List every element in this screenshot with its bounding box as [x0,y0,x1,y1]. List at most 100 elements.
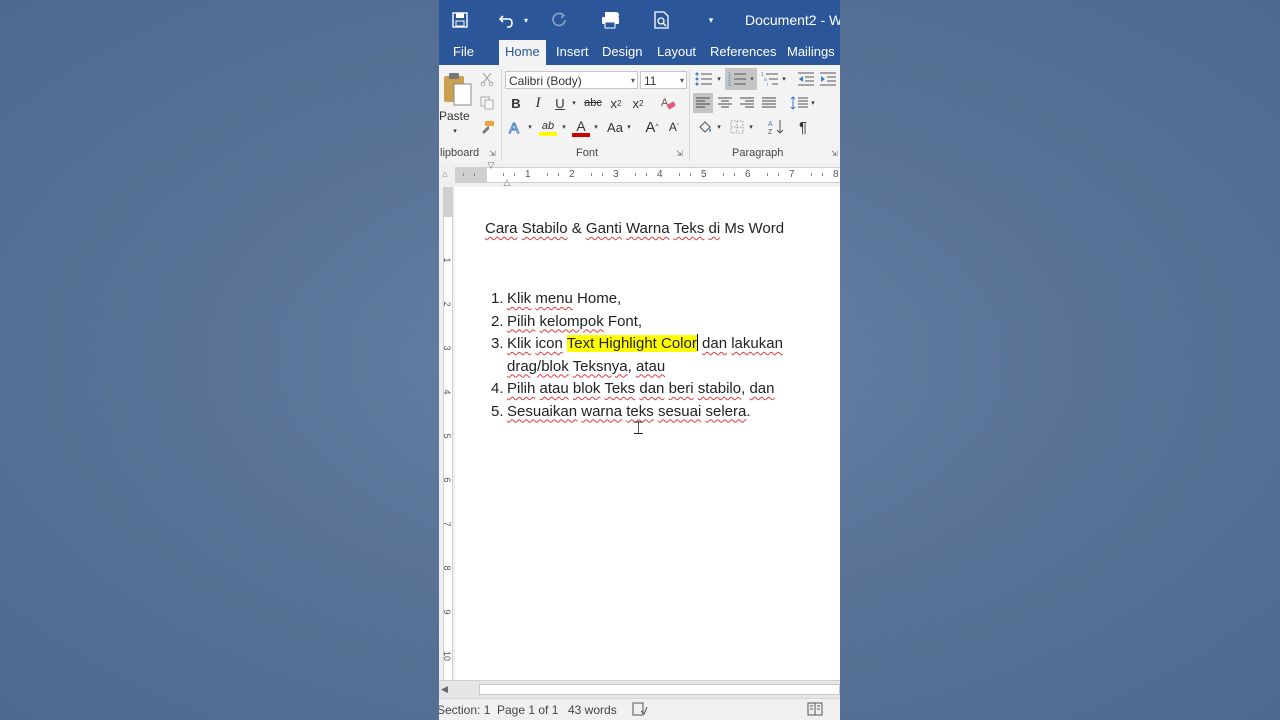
proofing-icon[interactable] [632,702,648,719]
multilevel-list-icon[interactable]: 1ai [760,71,780,87]
tab-selector-icon[interactable]: ⌂ [439,168,451,180]
document-heading[interactable]: Cara Stabilo & Ganti Warna Teks di Ms Wo… [485,220,784,237]
increase-indent-icon[interactable] [819,71,837,87]
spelling-marked-word: dan [702,335,728,352]
status-section[interactable]: Section: 1 [439,703,490,717]
shrink-font-button[interactable]: Aˇ [665,118,683,136]
shading-dropdown-icon[interactable]: ▾ [715,118,723,136]
list-number: 3. [491,335,504,352]
numbering-icon[interactable]: 123 ▾ [725,68,757,90]
ruler-number: 3 [613,169,619,180]
bold-button[interactable]: B [509,94,523,112]
status-page[interactable]: Page 1 of 1 [497,703,558,717]
paste-dropdown-icon[interactable]: ▾ [449,126,461,136]
ruler-number: 6 [745,169,751,180]
borders-dropdown-icon[interactable]: ▾ [747,118,755,136]
hanging-indent-marker-icon[interactable]: △ [501,177,513,187]
grow-font-button[interactable]: A ^ [643,118,661,136]
horizontal-scrollbar[interactable]: ◀ [439,680,840,699]
numbering-dropdown-icon[interactable]: ▾ [750,75,754,83]
cut-icon[interactable] [479,71,495,87]
paste-icon[interactable] [441,70,475,108]
print-preview-icon[interactable] [651,8,673,32]
vertical-ruler[interactable]: 1 2 3 4 5 6 7 8 9 10 [439,187,455,680]
underline-dropdown-icon[interactable]: ▾ [570,94,578,112]
spelling-marked-word: lakukan [731,335,783,352]
superscript-button[interactable]: x2 [629,94,647,112]
font-launcher-icon[interactable]: ⇲ [676,150,684,158]
save-icon[interactable] [449,8,471,32]
tab-references[interactable]: References [710,40,776,65]
font-color-swatch [572,133,590,137]
document-page[interactable]: Cara Stabilo & Ganti Warna Teks di Ms Wo… [455,187,840,680]
bullets-dropdown-icon[interactable]: ▾ [715,71,723,87]
font-name-dropdown-icon[interactable]: ▾ [631,72,635,90]
undo-dropdown-icon[interactable]: ▾ [521,8,531,32]
font-size-combo[interactable]: 11 ▾ [640,71,687,89]
text-effects-dropdown-icon[interactable]: ▾ [526,118,534,136]
align-left-icon[interactable] [693,93,713,113]
line-spacing-icon[interactable] [789,93,809,113]
tab-design[interactable]: Design [602,40,642,65]
decrease-indent-icon[interactable] [797,71,815,87]
paragraph-group-label: Paragraph [732,147,784,159]
list-item-text: drag/blok Teksnya, atau [507,357,666,375]
text-highlight-color-button[interactable]: ab [538,118,558,138]
paragraph-launcher-icon[interactable]: ⇲ [831,150,839,158]
print-icon[interactable] [599,8,623,32]
vertical-ruler-number: 3 [442,345,452,351]
status-bar: Section: 1 Page 1 of 1 43 words [439,698,840,720]
horizontal-ruler-row: ⌂ 1 2 3 4 5 6 7 8 ▽ △ [439,160,840,187]
ribbon: Paste ▾ lipboard ⇲ Calibri (Body) ▾ 11 ▾… [439,65,840,164]
bullets-icon[interactable] [694,71,714,87]
status-word-count[interactable]: 43 words [568,703,617,717]
list-item-text: Sesuaikan warna teks sesuai selera. [507,402,751,420]
borders-icon[interactable] [727,118,747,136]
spelling-marked-word: dan [639,380,665,397]
spelling-marked-word: Stabilo [521,220,568,237]
text-effects-icon[interactable]: A [507,118,525,136]
tab-insert[interactable]: Insert [556,40,589,65]
customize-toolbar-icon[interactable]: ▾ [705,8,717,32]
subscript-button[interactable]: x2 [607,94,625,112]
underline-button[interactable]: U [553,94,567,112]
font-color-dropdown-icon[interactable]: ▾ [592,118,600,136]
show-formatting-marks-button[interactable]: ¶ [795,118,811,136]
format-painter-icon[interactable] [479,120,495,136]
scrollbar-thumb[interactable] [479,684,840,695]
font-name-combo[interactable]: Calibri (Body) ▾ [505,71,638,89]
font-color-button[interactable]: A [571,118,591,138]
italic-button[interactable]: I [531,94,545,112]
redo-icon[interactable] [548,8,570,32]
justify-icon[interactable] [760,93,778,113]
font-size-dropdown-icon[interactable]: ▾ [680,72,684,90]
spelling-marked-word: Klik [507,335,532,352]
line-spacing-dropdown-icon[interactable]: ▾ [809,93,817,113]
scroll-left-icon[interactable]: ◀ [441,684,448,695]
highlight-dropdown-icon[interactable]: ▾ [560,118,568,136]
align-right-icon[interactable] [738,93,756,113]
shading-icon[interactable] [695,118,715,136]
clear-formatting-icon[interactable]: A [659,94,677,112]
change-case-dropdown-icon[interactable]: ▾ [625,118,633,136]
tab-layout[interactable]: Layout [657,40,696,65]
copy-icon[interactable] [479,95,495,111]
align-center-icon[interactable] [716,93,734,113]
sort-icon[interactable]: AZ [767,118,785,136]
undo-icon[interactable] [497,8,519,32]
tab-file[interactable]: File [453,40,474,65]
first-line-indent-marker-icon[interactable]: ▽ [485,160,497,170]
tab-home[interactable]: Home [499,40,546,65]
spelling-marked-word: atau [636,357,666,375]
font-group-label: Font [576,147,599,159]
strikethrough-button[interactable]: abc [582,94,604,112]
tab-mailings[interactable]: Mailings [787,40,835,65]
read-mode-icon[interactable] [807,702,823,719]
clipboard-launcher-icon[interactable]: ⇲ [489,150,497,158]
vertical-ruler-number: 2 [442,301,452,307]
highlighted-text[interactable]: Text Highlight Color [566,335,697,352]
vertical-ruler-number: 1 [442,257,452,263]
change-case-button[interactable]: Aa [604,118,626,136]
multilevel-list-dropdown-icon[interactable]: ▾ [780,71,788,87]
paste-label[interactable]: Paste [439,109,470,123]
